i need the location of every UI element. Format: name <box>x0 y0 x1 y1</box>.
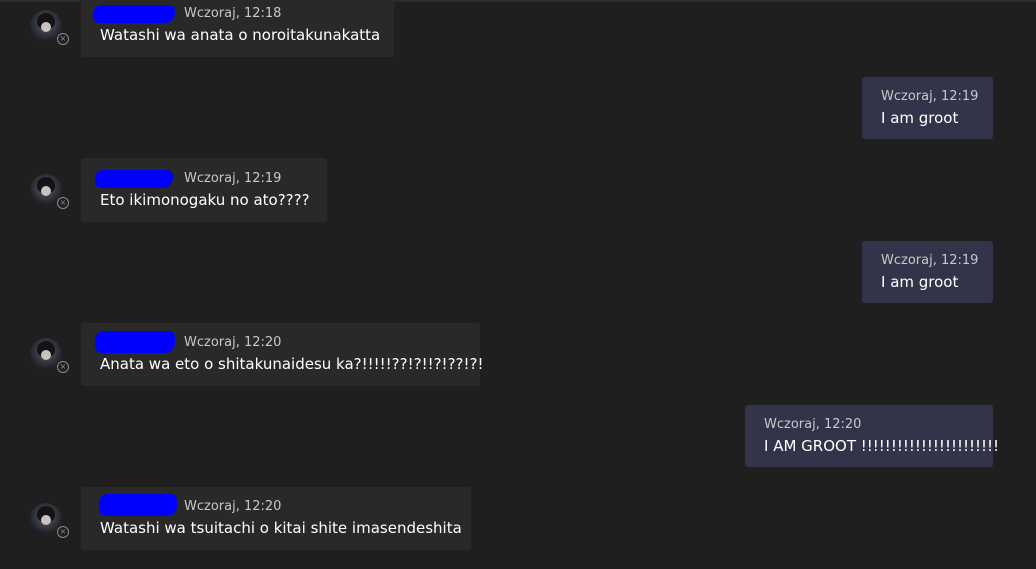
message-timestamp: Wczoraj, 12:20 <box>184 499 282 514</box>
status-offline-icon: × <box>57 33 69 45</box>
message-bubble[interactable]: Wczoraj, 12:19 I am groot <box>862 77 993 139</box>
redacted-sender-name <box>99 494 177 516</box>
status-offline-icon: × <box>57 197 69 209</box>
redacted-sender-name <box>95 331 175 353</box>
message-timestamp: Wczoraj, 12:19 <box>184 171 282 186</box>
message-text: I am groot <box>881 273 959 291</box>
chat-thread: × Wczoraj, 12:18 Watashi wa anata o noro… <box>0 0 1036 569</box>
message-text: Anata wa eto o shitakunaidesu ka?!!!!!??… <box>100 355 484 373</box>
message-text: Eto ikimonogaku no ato???? <box>100 191 310 209</box>
redacted-sender-name <box>95 170 173 188</box>
message-text: I AM GROOT !!!!!!!!!!!!!!!!!!!!!!! <box>764 437 1000 455</box>
message-bubble[interactable]: Wczoraj, 12:20 Anata wa eto o shitakunai… <box>81 323 484 386</box>
message-bubble[interactable]: Wczoraj, 12:19 Eto ikimonogaku no ato???… <box>81 158 327 222</box>
message-timestamp: Wczoraj, 12:20 <box>764 417 862 432</box>
message-timestamp: Wczoraj, 12:18 <box>184 6 282 21</box>
message-timestamp: Wczoraj, 12:19 <box>881 89 979 104</box>
message-text: Watashi wa anata o noroitakunakatta <box>100 26 381 44</box>
message-bubble[interactable]: Wczoraj, 12:20 Watashi wa tsuitachi o ki… <box>81 487 471 550</box>
message-text: I am groot <box>881 109 959 127</box>
message-bubble[interactable]: Wczoraj, 12:20 I AM GROOT !!!!!!!!!!!!!!… <box>745 405 999 467</box>
message-text: Watashi wa tsuitachi o kitai shite imase… <box>100 519 462 537</box>
status-offline-icon: × <box>57 526 69 538</box>
message-timestamp: Wczoraj, 12:19 <box>881 253 979 268</box>
message-bubble[interactable]: Wczoraj, 12:19 I am groot <box>862 241 993 303</box>
message-timestamp: Wczoraj, 12:20 <box>184 335 282 350</box>
message-bubble[interactable]: Wczoraj, 12:18 Watashi wa anata o noroit… <box>81 0 394 57</box>
redacted-sender-name <box>93 5 175 23</box>
status-offline-icon: × <box>57 361 69 373</box>
